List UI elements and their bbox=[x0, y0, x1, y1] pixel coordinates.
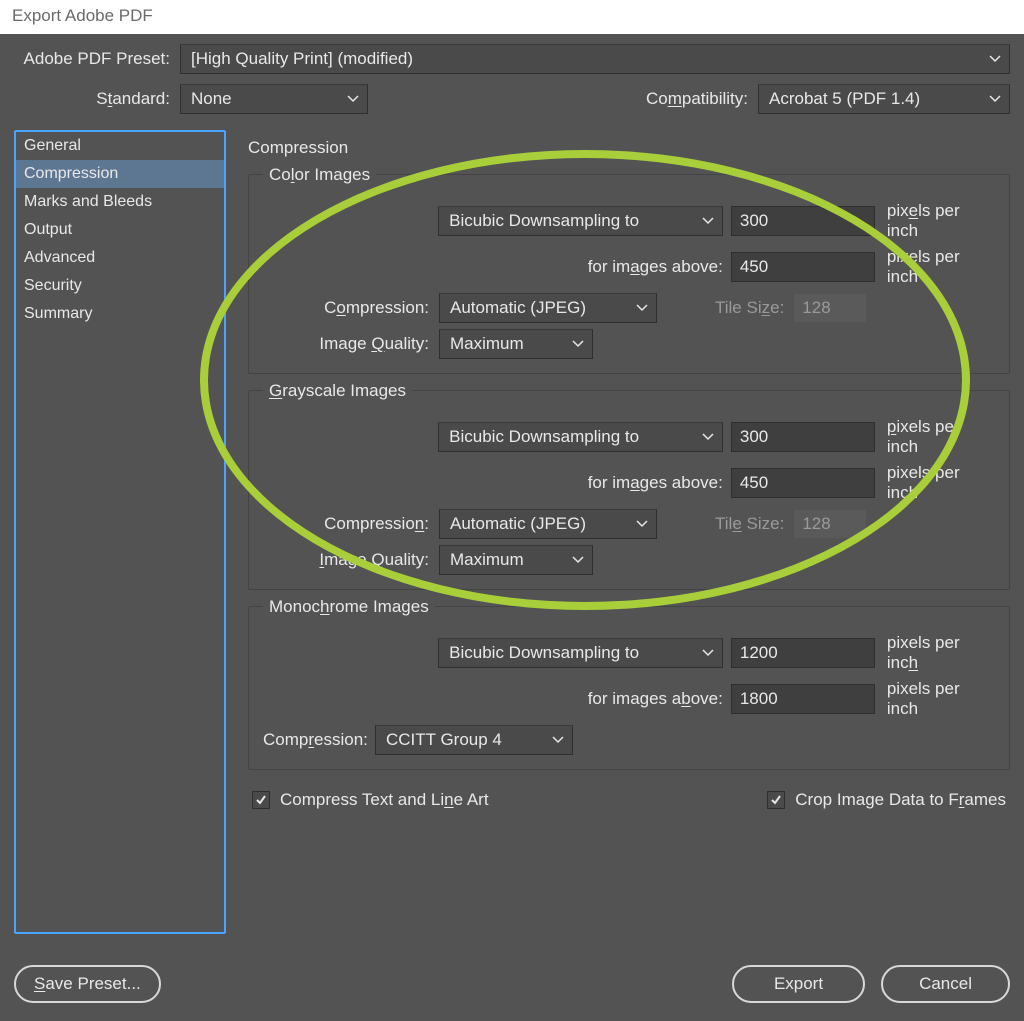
bottom-checkboxes: Compress Text and Line Art Crop Image Da… bbox=[248, 786, 1010, 810]
mono-compression-value: CCITT Group 4 bbox=[386, 730, 502, 750]
compatibility-label: Compatibility: bbox=[646, 89, 758, 109]
standard-value: None bbox=[191, 89, 232, 109]
color-compression-value: Automatic (JPEG) bbox=[450, 298, 586, 318]
above-label: for images above: bbox=[263, 257, 731, 277]
gray-quality-value: Maximum bbox=[450, 550, 524, 570]
gray-above-input[interactable] bbox=[731, 468, 875, 498]
color-quality-value: Maximum bbox=[450, 334, 524, 354]
section-title: Compression bbox=[248, 138, 1010, 158]
preset-label: Adobe PDF Preset: bbox=[14, 49, 180, 69]
sidebar-item-advanced[interactable]: Advanced bbox=[16, 244, 224, 272]
compatibility-value: Acrobat 5 (PDF 1.4) bbox=[769, 89, 920, 109]
gray-tile-size-value: 128 bbox=[794, 510, 866, 538]
gray-compression-value: Automatic (JPEG) bbox=[450, 514, 586, 534]
chevron-down-icon bbox=[347, 95, 359, 103]
mono-compression-select[interactable]: CCITT Group 4 bbox=[375, 725, 573, 755]
mono-above-input[interactable] bbox=[731, 684, 875, 714]
chevron-down-icon bbox=[552, 736, 564, 744]
gray-downsample-value: Bicubic Downsampling to bbox=[449, 427, 639, 447]
mono-downsample-select[interactable]: Bicubic Downsampling to bbox=[438, 638, 723, 668]
chevron-down-icon bbox=[989, 55, 1001, 63]
chevron-down-icon bbox=[572, 340, 584, 348]
color-downsample-value: Bicubic Downsampling to bbox=[449, 211, 639, 231]
tile-size-label: Tile Size: bbox=[715, 514, 794, 534]
chevron-down-icon bbox=[702, 433, 714, 441]
ppi-unit-label: pixels per inch bbox=[875, 679, 995, 719]
chevron-down-icon bbox=[702, 217, 714, 225]
preset-select[interactable]: [High Quality Print] (modified) bbox=[180, 44, 1010, 74]
chevron-down-icon bbox=[636, 304, 648, 312]
main-pane: Compression Color Images Bicubic Downsam… bbox=[226, 130, 1010, 934]
sidebar-item-compression[interactable]: Compression bbox=[16, 160, 224, 188]
color-tile-size-value: 128 bbox=[794, 294, 866, 322]
sidebar-item-marks-bleeds[interactable]: Marks and Bleeds bbox=[16, 188, 224, 216]
crop-image-checkbox[interactable]: Crop Image Data to Frames bbox=[767, 790, 1006, 810]
window-title: Export Adobe PDF bbox=[0, 0, 1024, 34]
monochrome-images-panel: Monochrome Images Bicubic Downsampling t… bbox=[248, 606, 1010, 770]
monochrome-images-legend: Monochrome Images bbox=[263, 597, 435, 617]
color-compression-select[interactable]: Automatic (JPEG) bbox=[439, 293, 657, 323]
compress-text-label: Compress Text and Line Art bbox=[280, 790, 489, 810]
ppi-unit-label: pixels per inch bbox=[875, 633, 995, 673]
chevron-down-icon bbox=[636, 520, 648, 528]
above-label: for images above: bbox=[263, 689, 731, 709]
category-sidebar: General Compression Marks and Bleeds Out… bbox=[14, 130, 226, 934]
ppi-unit-label: pixels per inch bbox=[875, 463, 995, 503]
gray-ppi-input[interactable] bbox=[731, 422, 875, 452]
cancel-button[interactable]: Cancel bbox=[881, 965, 1010, 1003]
gray-quality-select[interactable]: Maximum bbox=[439, 545, 593, 575]
checkbox-checked-icon bbox=[767, 791, 785, 809]
chevron-down-icon bbox=[572, 556, 584, 564]
checkbox-checked-icon bbox=[252, 791, 270, 809]
color-above-input[interactable] bbox=[731, 252, 875, 282]
mono-downsample-value: Bicubic Downsampling to bbox=[449, 643, 639, 663]
mono-ppi-input[interactable] bbox=[731, 638, 875, 668]
chevron-down-icon bbox=[989, 95, 1001, 103]
tile-size-label: Tile Size: bbox=[715, 298, 794, 318]
color-images-legend: Color Images bbox=[263, 165, 376, 185]
grayscale-images-legend: Grayscale Images bbox=[263, 381, 412, 401]
above-label: for images above: bbox=[263, 473, 731, 493]
compatibility-select[interactable]: Acrobat 5 (PDF 1.4) bbox=[758, 84, 1010, 114]
color-quality-select[interactable]: Maximum bbox=[439, 329, 593, 359]
color-images-panel: Color Images Bicubic Downsampling to pix… bbox=[248, 174, 1010, 374]
sidebar-item-general[interactable]: General bbox=[16, 132, 224, 160]
ppi-unit-label: pixels per inch bbox=[875, 247, 995, 287]
preset-value: [High Quality Print] (modified) bbox=[191, 49, 413, 69]
compression-label: Compression: bbox=[263, 298, 439, 318]
chevron-down-icon bbox=[702, 649, 714, 657]
grayscale-images-panel: Grayscale Images Bicubic Downsampling to… bbox=[248, 390, 1010, 590]
sidebar-item-security[interactable]: Security bbox=[16, 272, 224, 300]
sidebar-item-output[interactable]: Output bbox=[16, 216, 224, 244]
standard-select[interactable]: None bbox=[180, 84, 368, 114]
image-quality-label: Image Quality: bbox=[263, 334, 439, 354]
image-quality-label: Image Quality: bbox=[263, 550, 439, 570]
gray-downsample-select[interactable]: Bicubic Downsampling to bbox=[438, 422, 723, 452]
compression-label: Compression: bbox=[263, 730, 375, 750]
ppi-unit-label: pixels per inch bbox=[875, 417, 995, 457]
standard-label: Standard: bbox=[14, 89, 180, 109]
save-preset-button[interactable]: Save Preset... bbox=[14, 965, 161, 1003]
color-downsample-select[interactable]: Bicubic Downsampling to bbox=[438, 206, 723, 236]
gray-compression-select[interactable]: Automatic (JPEG) bbox=[439, 509, 657, 539]
sidebar-item-summary[interactable]: Summary bbox=[16, 300, 224, 328]
export-button[interactable]: Export bbox=[732, 965, 865, 1003]
crop-image-label: Crop Image Data to Frames bbox=[795, 790, 1006, 810]
compression-label: Compression: bbox=[263, 514, 439, 534]
compress-text-checkbox[interactable]: Compress Text and Line Art bbox=[252, 790, 489, 810]
footer-buttons: Save Preset... Export Cancel bbox=[0, 953, 1024, 1021]
top-settings: Adobe PDF Preset: [High Quality Print] (… bbox=[0, 34, 1024, 114]
color-ppi-input[interactable] bbox=[731, 206, 875, 236]
ppi-unit-label: pixels per inch bbox=[875, 201, 995, 241]
